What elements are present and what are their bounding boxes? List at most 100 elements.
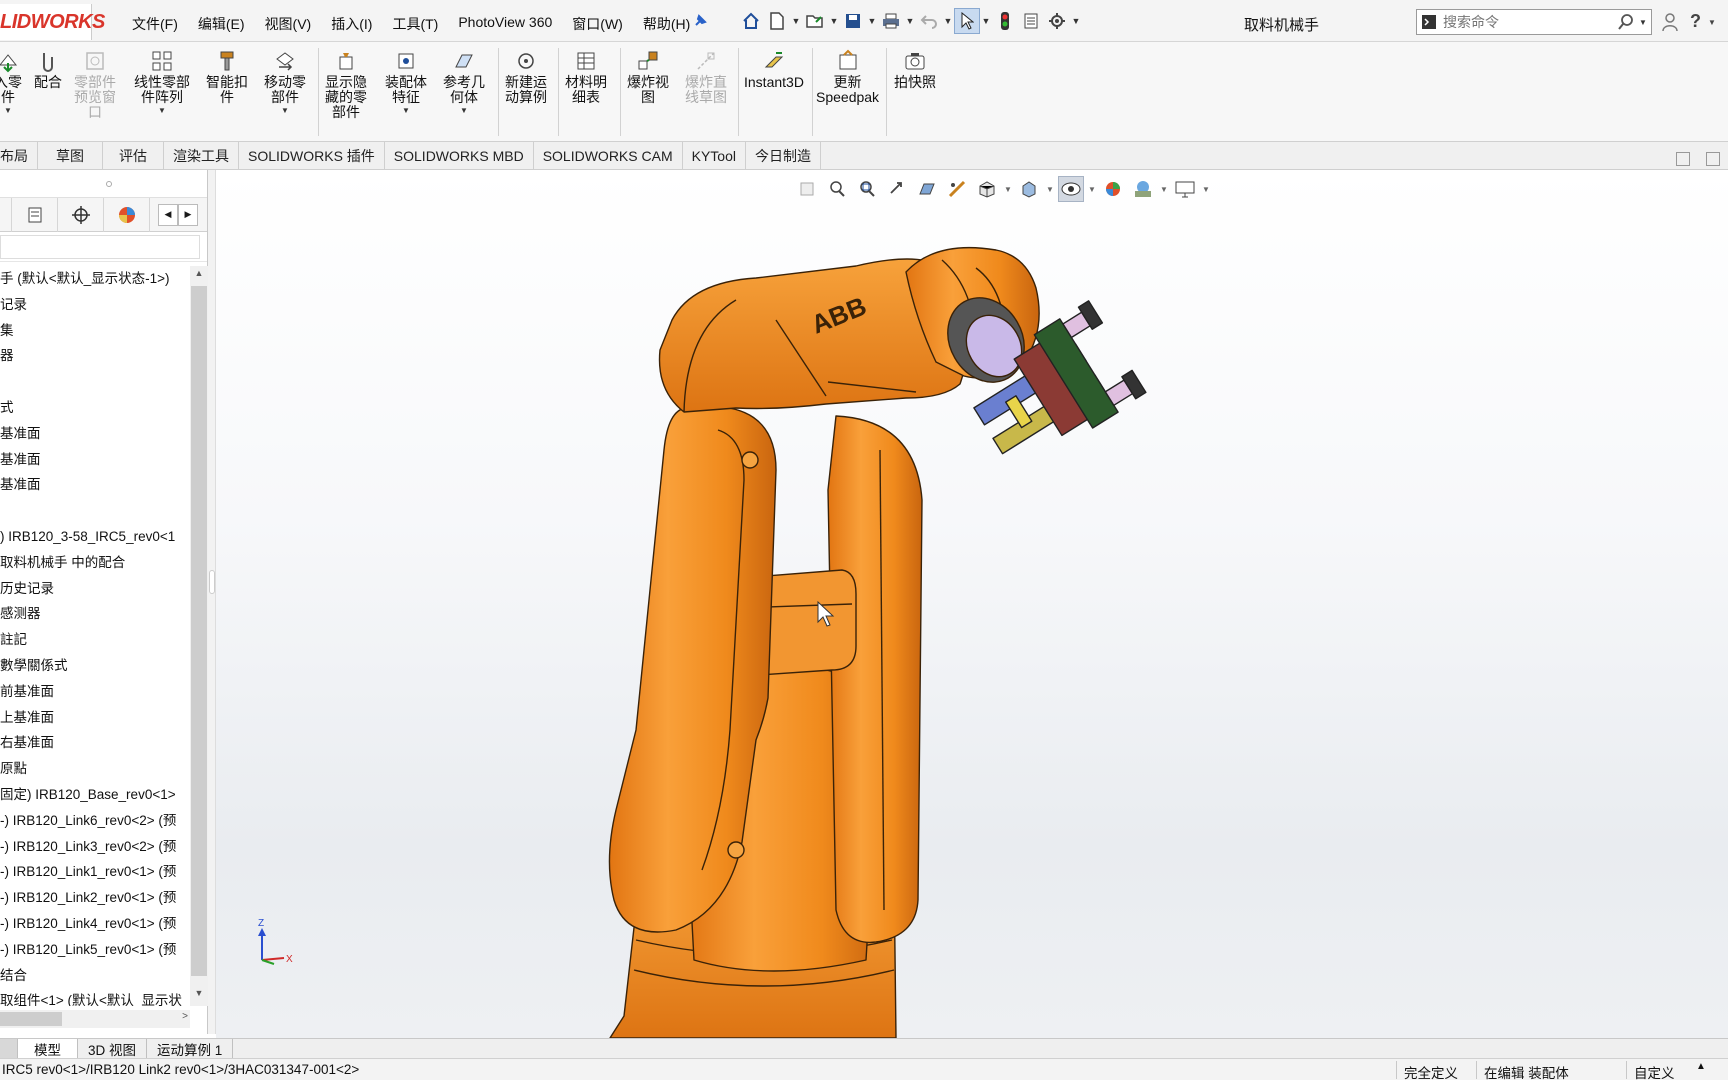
exploded-view-button[interactable]: 爆炸视 图: [627, 48, 669, 105]
explode-line-sketch-button[interactable]: 爆炸直 线草图: [685, 48, 727, 105]
menu-file[interactable]: 文件(F): [122, 14, 188, 34]
chevron-down-icon[interactable]: ▼: [402, 106, 410, 115]
tab-property-manager[interactable]: [12, 198, 58, 232]
tab-motion-study-1[interactable]: 运动算例 1: [147, 1039, 234, 1058]
chevron-left-icon[interactable]: ◀: [158, 203, 178, 226]
new-motion-study-button[interactable]: 新建运 动算例: [505, 48, 547, 105]
tree-item[interactable]: -) IRB120_Link4_rev0<1> (预: [0, 911, 190, 937]
scroll-right-icon[interactable]: >: [182, 1011, 188, 1022]
update-speedpak-button[interactable]: 更新 Speedpak: [816, 48, 879, 105]
tab-3d-views[interactable]: 3D 视图: [78, 1039, 148, 1058]
menu-view[interactable]: 视图(V): [255, 14, 322, 34]
scroll-up-icon[interactable]: ▲: [190, 268, 208, 284]
chevron-down-icon[interactable]: ▼: [790, 16, 802, 26]
bill-of-materials-button[interactable]: 材料明 细表: [565, 48, 607, 105]
scroll-thumb[interactable]: [0, 1012, 62, 1026]
tree-item[interactable]: 器: [0, 343, 190, 369]
search-command-box[interactable]: ▼: [1416, 9, 1652, 35]
save-icon[interactable]: [840, 8, 866, 34]
robot-arm-model[interactable]: ABB: [216, 170, 1728, 1038]
chevron-down-icon[interactable]: ▼: [942, 16, 954, 26]
user-icon[interactable]: [1662, 12, 1678, 32]
tab-kytool[interactable]: KYTool: [683, 142, 746, 169]
tree-item[interactable]: 前基准面: [0, 679, 190, 705]
tree-item[interactable]: -) IRB120_Link3_rev0<2> (预: [0, 834, 190, 860]
menu-edit[interactable]: 编辑(E): [188, 14, 255, 34]
tree-filter-input[interactable]: [0, 235, 200, 259]
tab-evaluate[interactable]: 评估: [103, 142, 164, 169]
instant3d-button[interactable]: Instant3D: [744, 48, 804, 90]
pin-icon[interactable]: [692, 13, 708, 29]
select-cursor-icon[interactable]: [954, 8, 980, 34]
insert-components-button[interactable]: 入零 件 ▼: [0, 48, 22, 115]
chevron-down-icon[interactable]: ▼: [460, 106, 468, 115]
smart-fastener-button[interactable]: 智能扣 件: [206, 48, 248, 105]
undo-icon[interactable]: [916, 8, 942, 34]
status-units[interactable]: 自定义: [1634, 1062, 1675, 1080]
new-document-icon[interactable]: [764, 8, 790, 34]
chevron-down-icon[interactable]: ▼: [828, 16, 840, 26]
panel-grip[interactable]: [0, 170, 207, 198]
open-icon[interactable]: [802, 8, 828, 34]
tab-solidworks-mbd[interactable]: SOLIDWORKS MBD: [385, 142, 534, 169]
tab-model[interactable]: 模型: [18, 1039, 78, 1058]
tree-item[interactable]: 上基准面: [0, 705, 190, 731]
tab-solidworks-addins[interactable]: SOLIDWORKS 插件: [239, 142, 385, 169]
tree-item[interactable]: 记录: [0, 292, 190, 318]
chevron-down-icon[interactable]: ▼: [904, 16, 916, 26]
tab-today-manufacturing[interactable]: 今日制造: [746, 142, 821, 169]
tree-item[interactable]: 手 (默认<默认_显示状态-1>): [0, 266, 190, 292]
gear-icon[interactable]: [1044, 8, 1070, 34]
tab-render-tools[interactable]: 渲染工具: [164, 142, 239, 169]
move-component-button[interactable]: 移动零 部件 ▼: [264, 48, 306, 115]
search-icon[interactable]: [1617, 13, 1635, 31]
component-preview-button[interactable]: 零部件 预览窗 口: [74, 48, 116, 120]
reference-geometry-button[interactable]: 参考几 何体 ▼: [443, 48, 485, 115]
expand-panel-icon[interactable]: [1706, 152, 1720, 166]
tree-item[interactable]: [0, 369, 190, 395]
assembly-feature-button[interactable]: 装配体 特征 ▼: [385, 48, 427, 115]
tree-item[interactable]: 历史记录: [0, 576, 190, 602]
mate-button[interactable]: 配合: [34, 48, 62, 90]
tab-display-manager[interactable]: [104, 198, 150, 232]
file-properties-icon[interactable]: [1018, 8, 1044, 34]
tree-item[interactable]: -) IRB120_Link1_rev0<1> (预: [0, 859, 190, 885]
tree-item[interactable]: -) IRB120_Link2_rev0<1> (预: [0, 885, 190, 911]
linear-pattern-button[interactable]: 线性零部 件阵列 ▼: [134, 48, 190, 115]
tree-item[interactable]: 取组件<1> (默认<默认_显示状: [0, 988, 190, 1006]
tab-configuration-manager[interactable]: [58, 198, 104, 232]
tree-horizontal-scrollbar[interactable]: >: [0, 1010, 190, 1028]
app-logo[interactable]: LIDWORKS: [0, 4, 105, 40]
tree-item[interactable]: 取料机械手 中的配合: [0, 550, 190, 576]
chevron-down-icon[interactable]: ▼: [1639, 18, 1647, 27]
chevron-down-icon[interactable]: ▼: [980, 16, 992, 26]
help-icon[interactable]: ?: [1690, 11, 1701, 32]
tree-item[interactable]: 集: [0, 318, 190, 344]
tree-item[interactable]: 感测器: [0, 601, 190, 627]
tab-layout[interactable]: 布局: [0, 142, 38, 169]
tree-item[interactable]: 註記: [0, 627, 190, 653]
tree-item[interactable]: 右基准面: [0, 730, 190, 756]
tree-item[interactable]: 基准面: [0, 472, 190, 498]
tree-vertical-scrollbar[interactable]: ▲ ▼: [190, 266, 208, 1006]
chevron-down-icon[interactable]: ▼: [866, 16, 878, 26]
tree-item[interactable]: 基准面: [0, 421, 190, 447]
chevron-right-icon[interactable]: ▶: [178, 203, 198, 226]
tree-item[interactable]: ) IRB120_3-58_IRC5_rev0<1: [0, 524, 190, 550]
chevron-up-icon[interactable]: ▲: [1696, 1061, 1706, 1072]
chevron-down-icon[interactable]: ▼: [158, 106, 166, 115]
tree-item[interactable]: -) IRB120_Link5_rev0<1> (预: [0, 937, 190, 963]
tab-sketch[interactable]: 草图: [38, 142, 103, 169]
tree-item[interactable]: 基准面: [0, 447, 190, 473]
tab-feature-manager[interactable]: [0, 198, 12, 232]
tree-item[interactable]: 原點: [0, 756, 190, 782]
tree-item[interactable]: -) IRB120_Link6_rev0<2> (预: [0, 808, 190, 834]
graphics-area[interactable]: ▼ ▼ ▼ ▼ ▼ ABB Z X: [216, 170, 1728, 1038]
tab-scroll-left-icon[interactable]: [0, 1039, 18, 1058]
scroll-thumb[interactable]: [191, 286, 207, 976]
panel-splitter[interactable]: [208, 170, 216, 1034]
collapse-panel-icon[interactable]: [1676, 152, 1690, 166]
tree-item[interactable]: 數學關係式: [0, 653, 190, 679]
menu-insert[interactable]: 插入(I): [321, 14, 382, 34]
menu-photoview[interactable]: PhotoView 360: [448, 14, 562, 34]
